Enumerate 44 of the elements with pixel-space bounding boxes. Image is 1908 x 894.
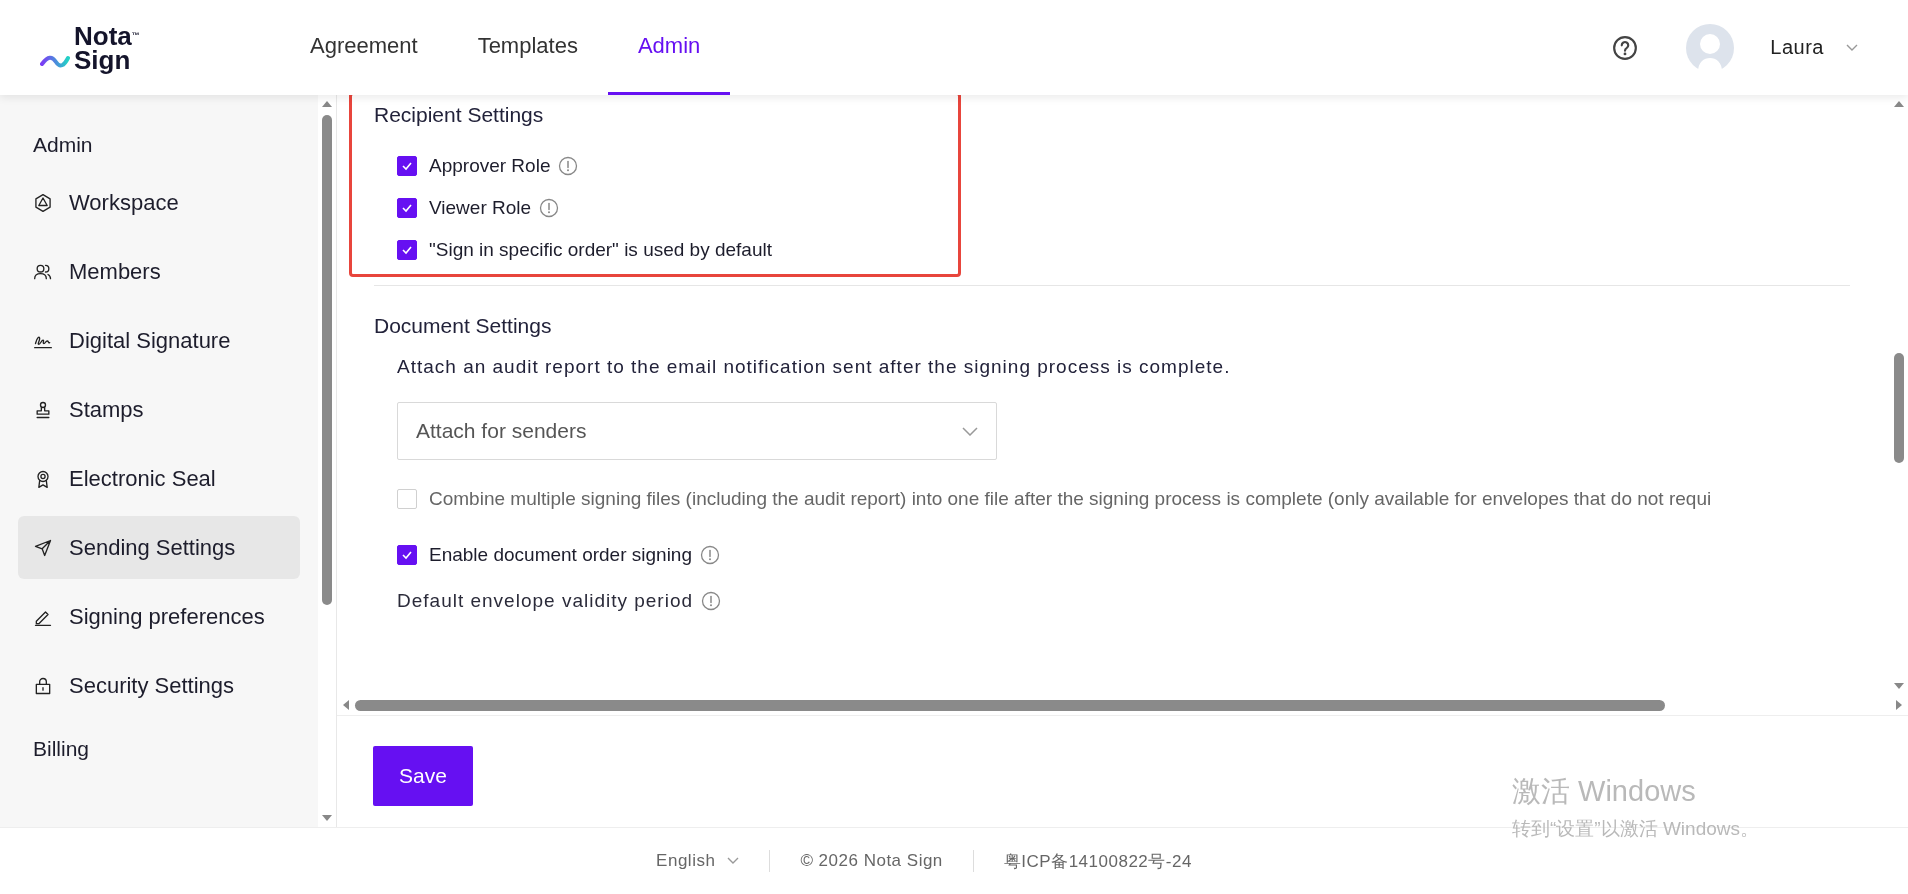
checkbox[interactable] (397, 240, 417, 260)
copyright-text: © 2026 Nota Sign (800, 851, 943, 871)
nav-tab[interactable]: Templates (447, 0, 608, 95)
section-title: Recipient Settings (374, 102, 545, 128)
checkbox-option[interactable]: Viewer Role (374, 187, 1890, 229)
checkbox-option[interactable]: Approver Role (374, 145, 1890, 187)
description-text: Attach an audit report to the email notification sent after the signing process is complete. (396, 356, 1232, 378)
caret-icon[interactable] (1846, 43, 1858, 52)
logo-wordmark: Nota$^{™}$ Sign (73, 23, 140, 72)
chevron-icon (962, 426, 978, 436)
language-selector[interactable]: English (656, 851, 740, 871)
checkbox-option[interactable]: Enable document order signing (374, 534, 1890, 576)
checkbox[interactable] (397, 545, 417, 565)
checkbox[interactable] (397, 198, 417, 218)
nav-tab[interactable]: Agreement (280, 0, 448, 95)
sidebar-item[interactable]: Signing preferences (18, 585, 300, 648)
activation-watermark-title: 激活 Windows (1512, 774, 1697, 809)
sidebar-item[interactable]: Members (18, 240, 300, 303)
sidebar-section-title: Admin (32, 132, 94, 158)
sidebar-item[interactable]: Electronic Seal (18, 447, 300, 510)
save-button[interactable]: Save (373, 746, 473, 806)
paper-plane-icon (33, 537, 53, 558)
lock-icon (33, 675, 53, 696)
sidebar-item[interactable]: Digital Signature (18, 309, 300, 372)
sidebar-item[interactable]: Sending Settings (18, 516, 300, 579)
license-text: 粤ICP备14100822号-24 (1003, 850, 1192, 873)
sidebar-item[interactable]: Workspace (18, 171, 300, 234)
sidebar-item[interactable]: Security Settings (18, 654, 300, 717)
checkbox[interactable] (397, 156, 417, 176)
checkbox-option: Combine multiple signing files (including the audit report) into one file after the signing process is complete (only available for envelopes that do not requi (374, 478, 1890, 520)
caret-icon (727, 857, 740, 865)
field-label: Default envelope validity period (397, 590, 694, 612)
nav-tab[interactable]: Admin (607, 0, 731, 95)
user-name[interactable]: Laura (1770, 36, 1824, 59)
dropdown[interactable]: Attach for senders (397, 402, 997, 460)
scrollbar[interactable] (318, 95, 336, 827)
checkbox-option[interactable]: "Sign in specific order" is used by default (374, 229, 1890, 271)
wave-icon (40, 53, 70, 68)
section-title: Document Settings (374, 313, 553, 339)
activation-watermark-text: 转到“设置”以激活 Windows。 (1512, 817, 1759, 841)
sidebar-item[interactable]: Stamps (18, 378, 300, 441)
hexagon-icon (33, 192, 53, 213)
help-icon[interactable] (1612, 34, 1639, 61)
sidebar-section-title: Billing (32, 736, 91, 762)
